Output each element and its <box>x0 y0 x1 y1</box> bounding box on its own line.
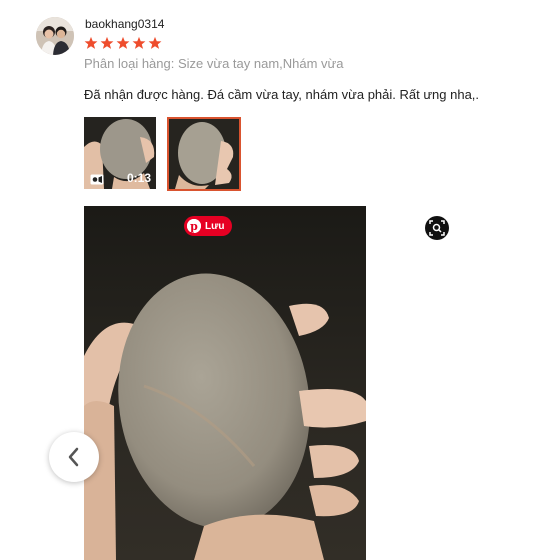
pinterest-save-button[interactable]: p Lưu <box>184 216 233 236</box>
review-content: Đã nhận được hàng. Đá cầm vừa tay, nhám … <box>84 87 480 102</box>
star-icon <box>100 36 114 49</box>
star-icon <box>116 36 130 49</box>
thumbnail-video[interactable]: 0:13 <box>84 117 156 189</box>
stone-in-hand-photo <box>84 206 366 560</box>
thumbnail-image-selected[interactable] <box>167 117 241 191</box>
review-username: baokhang0314 <box>85 17 165 31</box>
product-variation: Phân loại hàng: Size vừa tay nam,Nhám vừ… <box>84 56 344 71</box>
video-camera-icon <box>90 174 104 185</box>
image-search-button[interactable] <box>425 216 449 240</box>
video-badge <box>90 174 104 185</box>
star-icon <box>148 36 162 49</box>
pinterest-save-label: Lưu <box>205 220 225 232</box>
star-icon <box>132 36 146 49</box>
pinterest-icon: p <box>187 219 201 233</box>
avatar[interactable] <box>36 17 74 55</box>
image-thumbnail <box>169 119 239 189</box>
chevron-left-icon <box>68 447 79 467</box>
lens-search-icon <box>429 220 445 236</box>
avatar-photo <box>36 17 74 55</box>
video-duration: 0:13 <box>126 171 151 185</box>
star-icon <box>84 36 98 49</box>
rating-stars <box>84 36 162 50</box>
review-photo-main <box>84 206 366 560</box>
svg-text:p: p <box>190 220 198 233</box>
previous-image-button[interactable] <box>49 432 99 482</box>
